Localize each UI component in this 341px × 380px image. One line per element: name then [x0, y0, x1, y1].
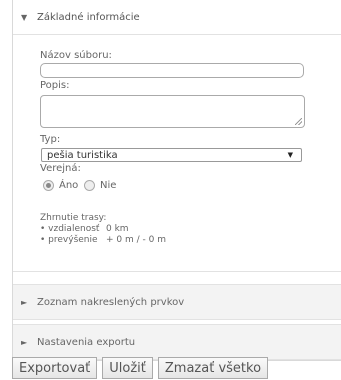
radio-checked-icon[interactable]: [43, 180, 54, 191]
resize-grip-icon[interactable]: [295, 118, 302, 125]
editor-panel: ▼ Základné informácie Názov súboru: Popi…: [12, 0, 341, 361]
section-export-settings-header[interactable]: ► Nastavenia exportu: [13, 324, 341, 360]
clear-all-button[interactable]: Zmazať všetko: [157, 357, 269, 379]
distance-label: • vzdialenosť: [40, 224, 100, 234]
public-no-option[interactable]: Nie: [84, 180, 116, 191]
public-yes-option[interactable]: Áno: [43, 180, 78, 191]
public-no-label: Nie: [100, 180, 117, 191]
section-basic-info-content: Názov súboru: Popis: Typ: pešia turistik…: [13, 35, 341, 272]
save-button[interactable]: Uložiť: [102, 357, 153, 379]
triangle-right-icon: ►: [21, 297, 28, 307]
public-yes-label: Áno: [59, 180, 79, 191]
route-summary: Zhrnutie trasy: • vzdialenosť 0 km • pre…: [40, 213, 166, 246]
description-label: Popis:: [40, 80, 70, 91]
triangle-right-icon: ►: [21, 337, 28, 347]
section-drawn-items-title: Zoznam nakreslených prvkov: [37, 296, 185, 308]
type-selected-value: pešia turistika: [47, 149, 118, 161]
elevation-value: + 0 m / - 0 m: [106, 235, 166, 245]
summary-distance-row: • vzdialenosť 0 km: [40, 224, 166, 235]
description-textarea[interactable]: [40, 95, 305, 128]
summary-elevation-row: • prevýšenie + 0 m / - 0 m: [40, 235, 166, 246]
public-label: Verejná:: [40, 163, 81, 174]
action-buttons: Exportovať Uložiť Zmazať všetko: [12, 357, 269, 379]
type-select[interactable]: pešia turistika ▼: [41, 148, 302, 162]
type-label: Typ:: [40, 134, 61, 145]
elevation-label: • prevýšenie: [40, 235, 98, 245]
section-drawn-items-header[interactable]: ► Zoznam nakreslených prvkov: [13, 284, 341, 320]
section-export-settings-title: Nastavenia exportu: [37, 336, 136, 348]
section-basic-info-title: Základné informácie: [37, 11, 140, 23]
distance-value: 0 km: [106, 224, 129, 234]
filename-label: Názov súboru:: [40, 50, 112, 61]
caret-down-icon: ▼: [287, 151, 293, 159]
triangle-down-icon: ▼: [21, 12, 28, 22]
radio-unchecked-icon[interactable]: [84, 180, 95, 191]
filename-input[interactable]: [40, 63, 304, 78]
summary-title: Zhrnutie trasy:: [40, 213, 107, 223]
export-button[interactable]: Exportovať: [12, 357, 98, 379]
section-basic-info-header[interactable]: ▼ Základné informácie: [13, 0, 341, 35]
